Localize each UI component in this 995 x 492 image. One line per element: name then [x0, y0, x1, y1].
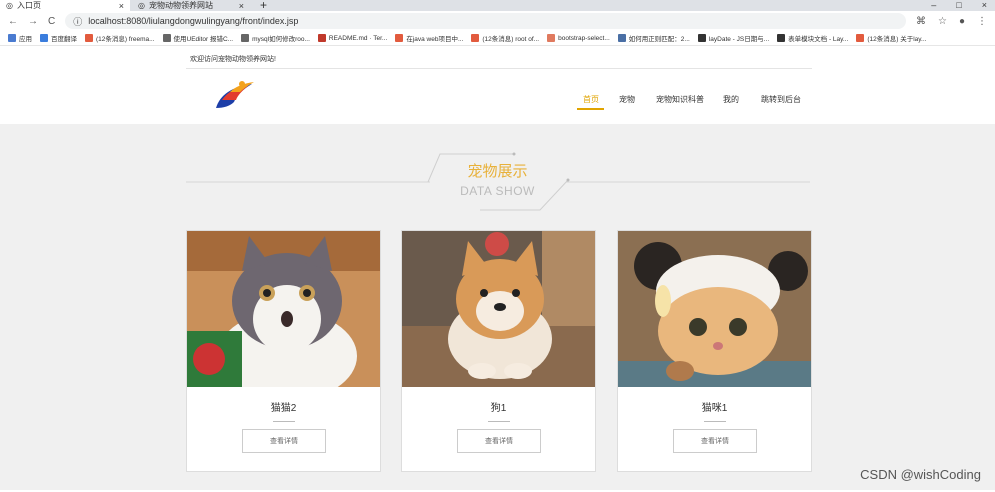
- content-area: 宠物展示 DATA SHOW 猫猫2 查看详情 狗1 查看详情 猫咪1 查看详情: [0, 124, 995, 490]
- profile-icon[interactable]: ●: [959, 16, 965, 27]
- bookmark-label: 如何用正则匹配：2...: [628, 36, 690, 43]
- pet-card: 猫猫2 查看详情: [186, 230, 381, 472]
- bookmark-favicon-icon: [85, 34, 93, 42]
- nav-home[interactable]: 首页: [583, 94, 599, 105]
- tab-close-icon[interactable]: ×: [119, 1, 124, 11]
- star-icon[interactable]: ☆: [938, 16, 947, 27]
- card-divider: [704, 421, 726, 422]
- tab-close-icon[interactable]: ×: [239, 1, 244, 11]
- pet-image-cat[interactable]: [618, 231, 811, 387]
- header-divider: [186, 68, 812, 69]
- bookmark-item[interactable]: layDate - JS日期与...: [697, 33, 770, 43]
- view-details-button[interactable]: 查看详情: [673, 429, 757, 453]
- back-icon[interactable]: ←: [8, 16, 18, 27]
- info-icon[interactable]: ⓘ: [73, 15, 82, 28]
- window-controls: – □ ×: [931, 0, 987, 10]
- csdn-watermark: CSDN @wishCoding: [860, 467, 981, 482]
- nav-pet-knowledge[interactable]: 宠物知识科普: [656, 94, 704, 105]
- section-subtitle: DATA SHOW: [460, 184, 535, 198]
- nav-backend[interactable]: 跳转到后台: [761, 94, 801, 105]
- reload-icon[interactable]: C: [48, 16, 55, 27]
- url-field[interactable]: ⓘ localhost:8080/liulangdongwulingyang/f…: [65, 13, 906, 29]
- bookmark-label: (12条消息) 关于lay...: [867, 36, 927, 43]
- click-indicator: [485, 232, 509, 256]
- pet-name: 猫咪1: [701, 403, 728, 414]
- bookmark-favicon-icon: [8, 34, 16, 42]
- view-details-button[interactable]: 查看详情: [242, 429, 326, 453]
- nav-active-underline: [577, 108, 604, 110]
- tab-title: 入口页: [16, 1, 41, 10]
- bookmark-label: layDate - JS日期与...: [708, 36, 770, 43]
- new-tab-button[interactable]: +: [260, 0, 267, 12]
- bookmark-favicon-icon: [162, 34, 171, 42]
- tab-favicon-icon: ◎: [6, 1, 13, 10]
- bookmark-label: 表单模块文档 - Lay...: [788, 36, 849, 43]
- pet-image-cat[interactable]: [187, 231, 380, 387]
- bookmark-item[interactable]: (12条消息) 关于lay...: [856, 33, 926, 43]
- bookmark-favicon-icon: [471, 34, 480, 42]
- browser-tab-site[interactable]: ◎ 宠物动物领养网站 ×: [132, 0, 250, 11]
- bookmark-item[interactable]: 百度翻译: [40, 33, 77, 43]
- bookmark-item[interactable]: mysql如何修改roo...: [241, 33, 310, 43]
- url-text: localhost:8080/liulangdongwulingyang/fro…: [88, 16, 299, 26]
- menu-icon[interactable]: ⋮: [977, 16, 987, 27]
- site-logo[interactable]: [208, 78, 258, 114]
- bookmark-label: 百度翻译: [51, 36, 77, 43]
- bookmarks-bar: 应用 百度翻译 (12条消息) freema... 使用UEditor 报错C... m…: [0, 31, 995, 46]
- pet-name: 狗1: [490, 403, 507, 414]
- bookmark-item[interactable]: 表单模块文档 - Lay...: [777, 33, 848, 43]
- bookmark-item[interactable]: 使用UEditor 报错C...: [162, 33, 234, 43]
- bookmark-favicon-icon: [317, 34, 326, 42]
- bookmark-item[interactable]: (12条消息) root of...: [471, 33, 539, 43]
- bookmark-label: 使用UEditor 报错C...: [173, 36, 234, 43]
- bookmark-favicon-icon: [777, 34, 786, 42]
- nav-my[interactable]: 我的: [723, 94, 739, 105]
- translate-icon[interactable]: ⌘: [916, 16, 926, 27]
- section-title: 宠物展示: [467, 163, 528, 180]
- view-details-button[interactable]: 查看详情: [457, 429, 541, 453]
- bookmark-favicon-icon: [856, 34, 865, 42]
- pet-card: 狗1 查看详情: [401, 230, 596, 472]
- tab-title: 宠物动物领养网站: [148, 1, 213, 10]
- pet-card: 猫咪1 查看详情: [617, 230, 812, 472]
- bookmark-item[interactable]: bootstrap-select...: [547, 34, 610, 42]
- bookmark-label: mysql如何修改roo...: [252, 36, 310, 43]
- bookmark-item[interactable]: 如何用正则匹配：2...: [617, 33, 690, 43]
- welcome-text: 欢迎访问宠物动物领养网站!: [190, 56, 276, 63]
- minimize-button[interactable]: –: [931, 0, 936, 10]
- bookmark-item[interactable]: README.md · Ter...: [317, 34, 388, 42]
- bookmark-favicon-icon: [241, 34, 250, 42]
- card-divider: [273, 421, 295, 422]
- bookmark-favicon-icon: [697, 34, 706, 42]
- browser-tab-bar: ◎ 入口页 × ◎ 宠物动物领养网站 × + – □ ×: [0, 0, 995, 12]
- pet-name: 猫猫2: [270, 403, 297, 414]
- bookmark-label: README.md · Ter...: [328, 34, 388, 42]
- address-bar-row: ← → C ⓘ localhost:8080/liulangdongwuling…: [0, 11, 995, 31]
- bookmark-favicon-icon: [617, 34, 626, 42]
- bookmark-favicon-icon: [547, 34, 556, 42]
- forward-icon[interactable]: →: [28, 16, 38, 27]
- bookmark-label: bootstrap-select...: [558, 34, 610, 42]
- bookmark-item[interactable]: 在java web项目中...: [395, 33, 463, 43]
- bookmark-favicon-icon: [40, 34, 48, 42]
- maximize-button[interactable]: □: [956, 0, 961, 10]
- bookmark-favicon-icon: [395, 34, 404, 42]
- bookmark-label: (12条消息) root of...: [482, 36, 540, 43]
- close-window-button[interactable]: ×: [982, 0, 987, 10]
- nav-pets[interactable]: 宠物: [619, 94, 635, 105]
- card-divider: [488, 421, 510, 422]
- browser-tab-entry[interactable]: ◎ 入口页 ×: [0, 0, 130, 11]
- bookmark-label: 应用: [19, 36, 32, 43]
- bookmark-label: 在java web项目中...: [406, 36, 464, 43]
- bookmark-label: (12条消息) freema...: [96, 36, 155, 43]
- bookmark-item[interactable]: 应用: [8, 33, 32, 43]
- tab-favicon-icon: ◎: [138, 1, 145, 10]
- bookmark-item[interactable]: (12条消息) freema...: [85, 33, 155, 43]
